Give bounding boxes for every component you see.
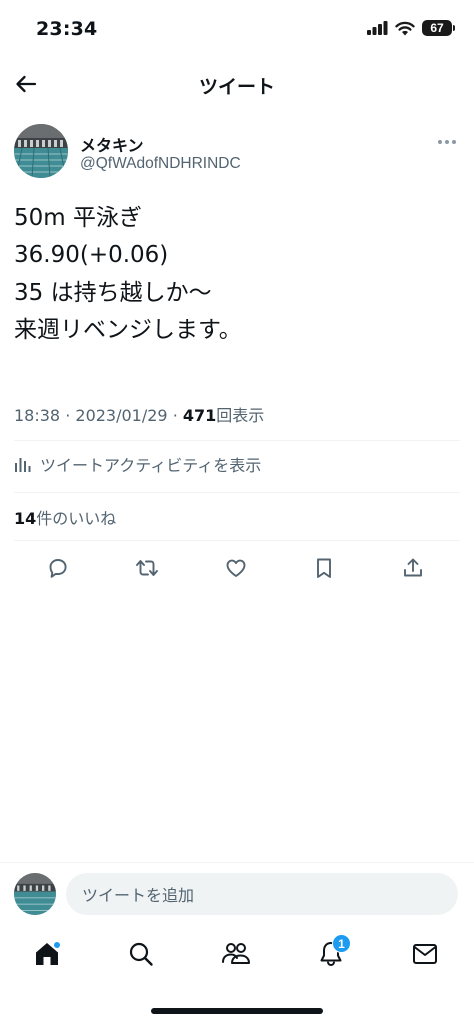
like-button[interactable] bbox=[220, 552, 252, 584]
home-indicator[interactable] bbox=[151, 1008, 323, 1014]
search-icon bbox=[129, 942, 153, 966]
activity-label: ツイートアクティビティを表示 bbox=[40, 456, 262, 475]
tweet-date[interactable]: 2023/01/29 bbox=[75, 406, 167, 425]
tweet-author: メタキン @QfWAdofNDHRINDC bbox=[14, 124, 460, 184]
tab-messages[interactable] bbox=[403, 932, 447, 976]
tab-home[interactable] bbox=[25, 932, 69, 976]
author-name[interactable]: メタキン bbox=[80, 132, 144, 156]
battery-icon: 67 bbox=[422, 20, 455, 36]
avatar[interactable] bbox=[14, 124, 68, 178]
notifications-badge: 1 bbox=[332, 934, 351, 953]
reply-icon bbox=[49, 559, 67, 578]
likes-count[interactable]: 14件のいいね bbox=[14, 505, 116, 529]
heart-icon bbox=[226, 559, 246, 577]
divider bbox=[14, 440, 460, 441]
views-label: 回表示 bbox=[216, 406, 265, 425]
communities-icon bbox=[222, 943, 250, 964]
status-time: 23:34 bbox=[36, 18, 98, 40]
bookmark-button[interactable] bbox=[308, 552, 340, 584]
divider bbox=[14, 492, 460, 493]
analytics-icon bbox=[15, 458, 31, 472]
tweet-text: 50m 平泳ぎ 36.90(+0.06) 35 は持ち越しか〜 来週リベンジしま… bbox=[14, 205, 242, 343]
status-icons: 67 bbox=[367, 20, 455, 36]
reply-input[interactable]: ツイートを追加 bbox=[66, 873, 458, 915]
more-dots-icon bbox=[438, 140, 456, 144]
status-bar: 23:34 67 bbox=[0, 0, 474, 56]
my-avatar[interactable] bbox=[14, 873, 56, 915]
tab-search[interactable] bbox=[119, 932, 163, 976]
author-handle[interactable]: @QfWAdofNDHRINDC bbox=[80, 155, 241, 173]
pool-avatar-image bbox=[14, 873, 56, 915]
battery-level: 67 bbox=[430, 21, 444, 35]
tweet-time[interactable]: 18:38 bbox=[14, 406, 60, 425]
likes-number: 14 bbox=[14, 509, 37, 528]
share-icon bbox=[404, 558, 422, 577]
share-button[interactable] bbox=[397, 552, 429, 584]
tab-communities[interactable] bbox=[214, 932, 258, 976]
page-title: ツイート bbox=[198, 76, 275, 98]
header: ツイート bbox=[0, 60, 474, 108]
tab-bar: 1 bbox=[0, 924, 474, 984]
tweet-actions bbox=[14, 552, 460, 584]
battery-cap bbox=[453, 25, 455, 31]
reply-button[interactable] bbox=[42, 552, 74, 584]
cellular-signal-icon bbox=[367, 21, 388, 35]
meta-separator: · bbox=[172, 406, 178, 425]
likes-label: 件のいいね bbox=[36, 509, 117, 528]
retweet-button[interactable] bbox=[131, 552, 163, 584]
views-count: 471 bbox=[182, 406, 217, 425]
home-notification-dot bbox=[53, 941, 61, 949]
bookmark-icon bbox=[317, 558, 331, 578]
mail-icon bbox=[413, 944, 437, 964]
divider bbox=[14, 540, 460, 541]
tab-notifications[interactable]: 1 bbox=[309, 932, 353, 976]
more-options-button[interactable] bbox=[434, 132, 460, 152]
tweet-activity-link[interactable]: ツイートアクティビティを表示 bbox=[14, 452, 460, 476]
meta-separator: · bbox=[65, 406, 71, 425]
reply-bar: ツイートを追加 bbox=[0, 862, 474, 924]
retweet-icon bbox=[136, 560, 158, 576]
tweet-meta: 18:38 · 2023/01/29 · 471回表示 bbox=[14, 402, 460, 426]
wifi-icon bbox=[395, 21, 415, 35]
pool-avatar-image bbox=[14, 124, 68, 178]
